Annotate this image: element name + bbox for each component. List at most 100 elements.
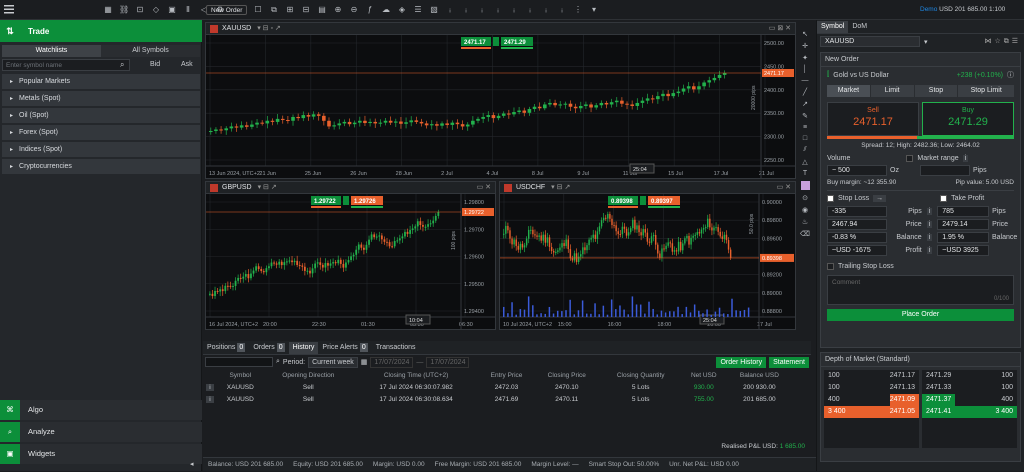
col-symbol[interactable]: Symbol <box>217 369 264 381</box>
account-info[interactable]: Demo USD 201 685.00 1:100 <box>920 6 1005 13</box>
period-icon[interactable]: ▤ <box>317 5 327 15</box>
dom-ask-row[interactable]: 2471.33 100 <box>922 382 1017 394</box>
tab-history[interactable]: History <box>288 341 319 354</box>
window-controls-icon[interactable]: ▭ ✕ <box>777 182 791 194</box>
indicator-icon[interactable]: ƒ <box>365 5 375 15</box>
vertical-line-icon[interactable]: │ <box>803 66 807 73</box>
zoom-out-icon[interactable]: ⊖ <box>349 5 359 15</box>
window-controls-icon[interactable]: ▭ ⊠ ✕ <box>769 23 791 35</box>
date-from-input[interactable]: 17/07/2024 <box>370 356 414 368</box>
col-closing-price[interactable]: Closing Price <box>534 369 600 381</box>
line-icon[interactable]: ⊟ <box>301 5 311 15</box>
bars-icon[interactable]: ⊞ <box>285 5 295 15</box>
order-type-market[interactable]: Market <box>827 85 870 97</box>
dom-ask-row[interactable]: 2471.29 100 <box>922 370 1017 382</box>
alert-icon[interactable]: ♨ <box>802 218 808 226</box>
chart-type-icon[interactable]: ☐ <box>253 5 263 15</box>
market-range-checkbox[interactable] <box>906 155 914 162</box>
category-popular-markets[interactable]: Popular Markets <box>2 74 200 89</box>
text-icon[interactable]: Ⅱ <box>183 5 193 15</box>
order-history-button[interactable]: Order History <box>716 356 767 368</box>
take-profit-input[interactable]: 2479.14 <box>937 219 990 230</box>
col-balance[interactable]: Balance USD <box>726 369 793 381</box>
take-profit-input[interactable]: 785 <box>937 206 990 217</box>
nav-algo[interactable]: ⌘ Algo <box>0 400 202 420</box>
place-order-button[interactable]: Place Order <box>827 309 1014 321</box>
col-closing-time[interactable]: Closing Time (UTC+2) <box>353 369 479 381</box>
chart-symbol[interactable]: XAUUSD <box>222 23 251 35</box>
tf-w1-icon[interactable]: ᵢ <box>541 5 551 15</box>
dom-ask-row[interactable]: 2471.41 3 400 <box>922 406 1017 418</box>
symbol-search-input[interactable]: Enter symbol name <box>2 59 130 71</box>
stop-loss-input[interactable]: -335 <box>827 206 887 217</box>
order-type-stop[interactable]: Stop <box>914 85 958 97</box>
collapse-icon[interactable]: ◂ <box>190 460 194 468</box>
period-select[interactable]: Current week <box>308 356 358 368</box>
link-icon[interactable]: ⛓ <box>119 5 129 15</box>
sell-button[interactable]: Sell 2471.17 <box>827 102 919 136</box>
take-profit-checkbox[interactable] <box>940 195 948 202</box>
tab-orders[interactable]: Orders 0 <box>249 342 288 354</box>
dom-ask-row[interactable]: 2471.37 400 <box>922 394 1017 406</box>
category-crypto[interactable]: Cryptocurrencies <box>2 159 200 174</box>
table-row[interactable]: i XAUUSD Sell 17 Jul 2024 06:30:08.634 2… <box>203 393 793 405</box>
ray-icon[interactable]: ↗ <box>802 100 808 108</box>
dom-bid-row[interactable]: 100 2471.13 <box>824 382 919 394</box>
triangle-icon[interactable]: △ <box>802 158 807 166</box>
info-icon[interactable]: i <box>206 395 214 403</box>
category-indices[interactable]: Indices (Spot) <box>2 142 200 157</box>
symbol-dropdown-icon[interactable]: ▾ ⊟ ▫ ↗ <box>257 23 281 35</box>
zoom-in-icon[interactable]: ⊕ <box>333 5 343 15</box>
tf-m1-icon[interactable]: ᵢ <box>445 5 455 15</box>
col-direction[interactable]: Opening Direction <box>264 369 353 381</box>
calendar-icon[interactable]: ▦ <box>361 358 368 366</box>
usdchf-chart-canvas[interactable]: 10 Jul 2024, UTC+2 15:00 16:00 18:00 20:00 17… <box>500 194 795 329</box>
symbol-actions-icon[interactable]: ⋈☆⧉☰ <box>984 37 1021 46</box>
trade-section-header[interactable]: ⇅ Trade <box>0 20 202 42</box>
channel-icon[interactable]: ⫽ <box>803 146 806 154</box>
info-icon[interactable]: i <box>926 234 933 241</box>
symbol-select-chevron-icon[interactable]: ▾ <box>924 38 928 46</box>
tf-m5-icon[interactable]: ᵢ <box>461 5 471 15</box>
trend-line-icon[interactable]: ╱ <box>803 88 807 96</box>
window-controls-icon[interactable]: ▭ ✕ <box>477 182 491 194</box>
info-icon[interactable]: i <box>926 247 933 254</box>
history-search-input[interactable] <box>205 357 273 367</box>
date-to-input[interactable]: 17/07/2024 <box>426 356 470 368</box>
order-type-limit[interactable]: Limit <box>870 85 914 97</box>
tab-price-alerts[interactable]: Price Alerts 0 <box>318 342 371 354</box>
info-icon[interactable]: i <box>926 208 933 215</box>
statement-button[interactable]: Statement <box>769 356 809 368</box>
symbol-dropdown-icon[interactable]: ▾ ⊟ ↗ <box>551 182 570 194</box>
crosshair-icon[interactable]: ✛ <box>802 42 808 50</box>
candles-icon[interactable]: ⧉ <box>269 5 279 15</box>
tf-h4-icon[interactable]: ᵢ <box>509 5 519 15</box>
tab-all-symbols[interactable]: All Symbols <box>101 45 200 57</box>
stop-loss-checkbox[interactable] <box>827 195 834 202</box>
info-icon[interactable]: ⓘ <box>1007 70 1014 80</box>
tab-positions[interactable]: Positions 0 <box>203 342 249 354</box>
symbol-select[interactable]: XAUUSD <box>820 36 920 47</box>
col-entry-price[interactable]: Entry Price <box>479 369 534 381</box>
col-net[interactable]: Net USD <box>682 369 726 381</box>
list-icon[interactable]: ☰ <box>413 5 423 15</box>
delete-icon[interactable]: ⌫ <box>800 230 810 238</box>
layout-icon[interactable]: ▣ <box>167 5 177 15</box>
dom-bid-row[interactable]: 100 2471.17 <box>824 370 919 382</box>
symbol-dropdown-icon[interactable]: ▾ ⊟ ↗ <box>258 182 277 194</box>
info-icon[interactable]: i <box>962 155 969 162</box>
stop-loss-input[interactable]: ~USD -1675 <box>827 245 887 256</box>
image-icon[interactable]: ▧ <box>429 5 439 15</box>
eye-icon[interactable]: ◉ <box>802 206 808 214</box>
tf-mn-icon[interactable]: ᵢ <box>557 5 567 15</box>
info-icon[interactable]: i <box>206 383 214 391</box>
tab-transactions[interactable]: Transactions <box>372 342 420 354</box>
nav-widgets[interactable]: ▣ Widgets <box>0 444 202 464</box>
pencil-icon[interactable]: ✎ <box>802 112 808 120</box>
range-input[interactable] <box>919 165 970 176</box>
buy-button[interactable]: Buy 2471.29 <box>922 102 1014 136</box>
tf-m15-icon[interactable]: ᵢ <box>477 5 487 15</box>
chart-symbol-usdchf[interactable]: USDCHF <box>516 182 545 194</box>
text-tool-icon[interactable]: T <box>803 170 807 177</box>
fibonacci-icon[interactable]: ≡ <box>803 124 807 131</box>
